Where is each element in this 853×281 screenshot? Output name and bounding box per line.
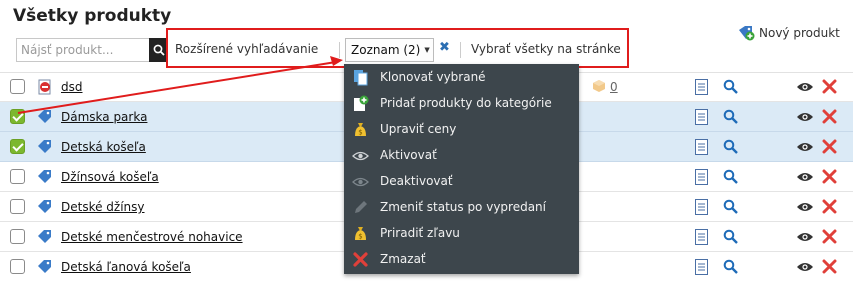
new-product-label: Nový produkt <box>759 26 840 40</box>
search-input[interactable] <box>16 38 149 62</box>
clear-selection-icon[interactable]: ✖ <box>439 40 450 55</box>
search-icon <box>153 44 165 56</box>
stock-box-icon <box>593 80 605 92</box>
product-name-link[interactable]: Dámska parka <box>61 110 147 124</box>
search-icon[interactable] <box>723 109 738 124</box>
eye-icon <box>352 151 369 161</box>
advanced-search-link[interactable]: Rozšírené vyhľadávanie <box>175 42 318 56</box>
page-title: Všetky produkty <box>13 6 172 26</box>
product-name-link[interactable]: dsd <box>61 80 83 94</box>
eye-icon[interactable] <box>796 201 814 213</box>
list-dropdown-label: Zoznam (2) <box>351 43 421 57</box>
search-icon[interactable] <box>723 169 738 184</box>
menu-item-label: Klonovať vybrané <box>380 70 486 84</box>
document-icon[interactable] <box>695 199 708 215</box>
toolbar-divider <box>339 42 340 58</box>
bulk-actions-menu: Klonovať vybrané Pridať produkty do kate… <box>344 64 579 274</box>
search-icon[interactable] <box>723 199 738 214</box>
menu-item-delete[interactable]: Zmazať <box>344 247 579 273</box>
eye-icon[interactable] <box>796 231 814 243</box>
money-bag-icon: $ <box>355 123 366 137</box>
delete-icon[interactable] <box>822 169 837 184</box>
row-checkbox[interactable] <box>10 169 25 184</box>
add-to-category-icon <box>354 95 369 111</box>
add-tag-icon <box>739 26 755 41</box>
document-icon[interactable] <box>695 259 708 275</box>
tag-icon <box>38 170 51 183</box>
menu-item-clone[interactable]: Klonovať vybrané <box>344 65 579 91</box>
tag-icon <box>38 110 51 123</box>
eye-icon[interactable] <box>796 141 814 153</box>
eye-icon[interactable] <box>796 261 814 273</box>
toolbar-divider <box>460 42 461 58</box>
search-icon[interactable] <box>723 139 738 154</box>
clone-icon <box>354 70 368 86</box>
new-product-button[interactable]: Nový produkt <box>737 24 840 42</box>
delete-icon[interactable] <box>822 199 837 214</box>
search-icon[interactable] <box>723 229 738 244</box>
eye-icon[interactable] <box>796 171 814 183</box>
row-checkbox[interactable] <box>10 79 25 94</box>
menu-item-change-sold-out-status[interactable]: Zmeniť status po vypredaní <box>344 195 579 221</box>
tag-icon <box>38 140 51 153</box>
product-name-link[interactable]: Detská košeľa <box>61 140 146 154</box>
menu-item-label: Aktivovať <box>380 148 437 162</box>
disabled-product-icon <box>38 79 51 95</box>
tag-icon <box>38 260 51 273</box>
eye-icon[interactable] <box>796 81 814 93</box>
menu-item-label: Upraviť ceny <box>380 122 457 136</box>
svg-text:$: $ <box>358 233 362 241</box>
tag-icon <box>38 200 51 213</box>
eye-icon[interactable] <box>796 111 814 123</box>
list-dropdown-button[interactable]: Zoznam (2) ▼ <box>345 38 434 62</box>
row-checkbox[interactable] <box>10 109 25 124</box>
document-icon[interactable] <box>695 229 708 245</box>
product-name-link[interactable]: Detské džínsy <box>61 200 145 214</box>
stock-count-link[interactable]: 0 <box>610 80 618 94</box>
delete-icon[interactable] <box>822 229 837 244</box>
document-icon[interactable] <box>695 109 708 125</box>
menu-item-deactivate[interactable]: Deaktivovať <box>344 169 579 195</box>
select-all-on-page-link[interactable]: Vybrať všetky na stránke <box>471 42 621 56</box>
tag-icon <box>38 230 51 243</box>
delete-icon[interactable] <box>822 259 837 274</box>
svg-text:$: $ <box>358 129 362 137</box>
caret-down-icon: ▼ <box>424 46 430 54</box>
menu-item-label: Zmeniť status po vypredaní <box>380 200 546 214</box>
menu-item-label: Deaktivovať <box>380 174 453 188</box>
document-icon[interactable] <box>695 169 708 185</box>
menu-item-activate[interactable]: Aktivovať <box>344 143 579 169</box>
product-name-link[interactable]: Detská ľanová košeľa <box>61 260 191 274</box>
pencil-icon <box>355 201 367 213</box>
search-icon[interactable] <box>723 79 738 94</box>
menu-item-add-to-category[interactable]: Pridať produkty do kategórie <box>344 91 579 117</box>
menu-item-label: Priradiť zľavu <box>380 226 460 240</box>
delete-icon <box>353 252 368 267</box>
menu-item-label: Pridať produkty do kategórie <box>380 96 552 110</box>
delete-icon[interactable] <box>822 139 837 154</box>
document-icon[interactable] <box>695 139 708 155</box>
eye-closed-icon <box>352 177 369 187</box>
money-bag-icon: $ <box>355 227 366 241</box>
delete-icon[interactable] <box>822 109 837 124</box>
menu-item-edit-prices[interactable]: $ Upraviť ceny <box>344 117 579 143</box>
delete-icon[interactable] <box>822 79 837 94</box>
menu-item-label: Zmazať <box>380 252 426 266</box>
document-icon[interactable] <box>695 79 708 95</box>
row-checkbox[interactable] <box>10 259 25 274</box>
row-checkbox[interactable] <box>10 139 25 154</box>
row-checkbox[interactable] <box>10 199 25 214</box>
search-icon[interactable] <box>723 259 738 274</box>
row-checkbox[interactable] <box>10 229 25 244</box>
menu-item-assign-discount[interactable]: $ Priradiť zľavu <box>344 221 579 247</box>
product-name-link[interactable]: Detské menčestrové nohavice <box>61 230 243 244</box>
product-name-link[interactable]: Džínsová košeľa <box>61 170 159 184</box>
